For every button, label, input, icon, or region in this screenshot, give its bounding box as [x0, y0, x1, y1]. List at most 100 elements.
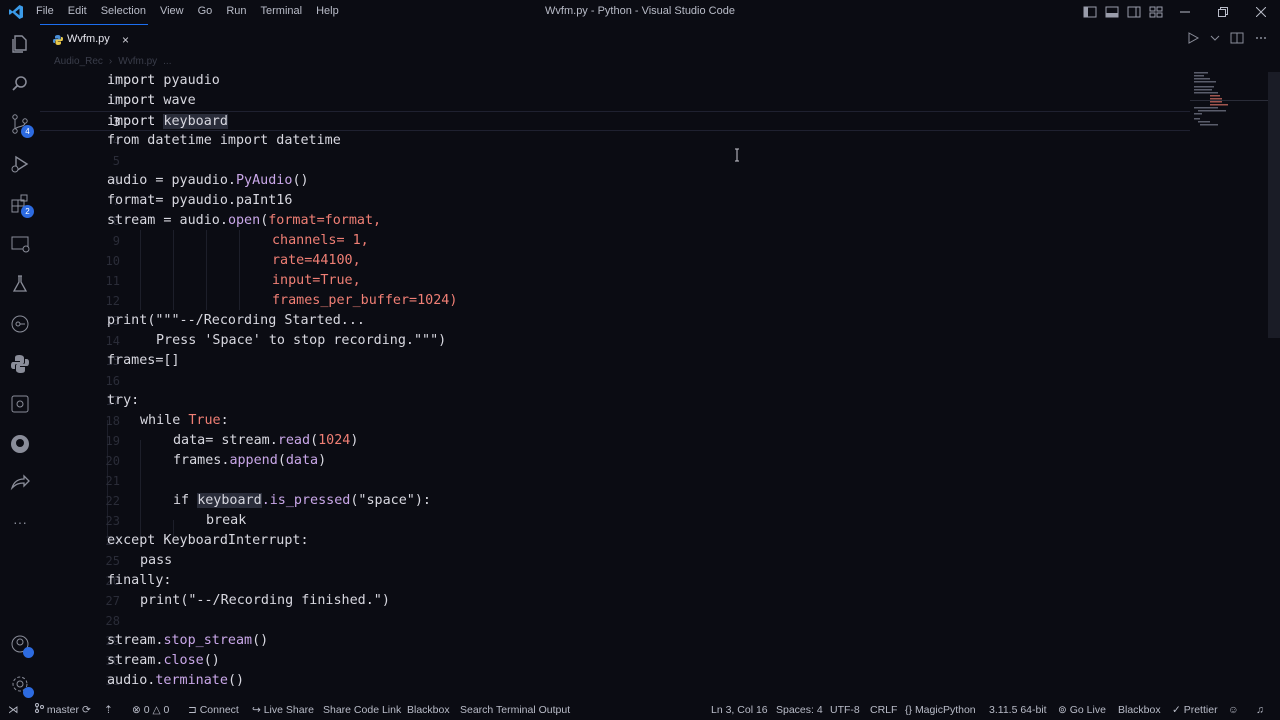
scm-badge: 4	[21, 125, 34, 138]
code-editor[interactable]: 1 import pyaudio 2 import wave 3 import key…	[40, 70, 1190, 700]
eol-status[interactable]: CRLF	[870, 700, 897, 720]
explorer-icon[interactable]	[8, 32, 32, 56]
github-icon[interactable]	[8, 432, 32, 456]
menu-view[interactable]: View	[160, 0, 192, 24]
remote-indicator-icon[interactable]: ⋊	[8, 700, 19, 720]
run-python-file-icon[interactable]	[1186, 31, 1200, 45]
code-line: 15 frames=[]	[40, 351, 1190, 371]
text-cursor-icon	[735, 148, 739, 162]
breadcrumb-separator: ›	[108, 56, 113, 67]
share-code-link-status[interactable]: Share Code Link	[323, 700, 401, 720]
publish-icon[interactable]: ⇡	[104, 700, 113, 720]
feedback-icon[interactable]: ☺	[1228, 700, 1239, 720]
more-icon[interactable]: ···	[8, 514, 32, 538]
line-number: 18	[105, 414, 120, 428]
line-number: 11	[105, 274, 120, 288]
prettier-status[interactable]: ✓ Prettier	[1172, 700, 1218, 720]
code-line: 13 print("""--/Recording Started...	[40, 311, 1190, 331]
chevron-down-icon[interactable]	[1210, 31, 1220, 45]
source-control-icon[interactable]: 4	[8, 112, 34, 138]
code-line: 21	[40, 471, 1190, 491]
code-line: 19 data= stream.read(1024)	[40, 431, 1190, 451]
more-actions-icon[interactable]	[1254, 31, 1268, 45]
code-line: 23 break	[40, 511, 1190, 531]
line-number: 10	[105, 254, 120, 268]
activity-bar: 4 2 ···	[0, 24, 40, 700]
account-icon[interactable]	[8, 632, 34, 658]
restore-icon[interactable]	[1204, 0, 1242, 24]
menu-selection[interactable]: Selection	[101, 0, 154, 24]
settings-gear-icon[interactable]	[8, 672, 34, 698]
line-number: 20	[105, 454, 120, 468]
menu-go[interactable]: Go	[198, 0, 221, 24]
remote-explorer-icon[interactable]	[8, 232, 32, 256]
toggle-primary-sidebar-icon[interactable]	[1082, 4, 1098, 20]
run-debug-icon[interactable]	[8, 152, 32, 176]
breadcrumb-file[interactable]: Wvfm.py	[118, 56, 157, 67]
menu-help[interactable]: Help	[316, 0, 347, 24]
python-icon[interactable]	[8, 352, 32, 376]
indentation-status[interactable]: Spaces: 4	[776, 700, 823, 720]
sync-icon[interactable]: ⟳	[82, 700, 91, 720]
gitlens-icon[interactable]	[8, 312, 32, 336]
problems-status[interactable]: ⊗ 0 △ 0	[132, 700, 169, 720]
vscode-logo-icon	[9, 5, 23, 19]
breadcrumb-folder[interactable]: Audio_Rec	[54, 56, 103, 67]
live-share-icon[interactable]	[8, 472, 32, 496]
search-terminal-status[interactable]: Search Terminal Output	[460, 700, 570, 720]
code-line: 29 stream.stop_stream()	[40, 631, 1190, 651]
toggle-panel-icon[interactable]	[1104, 4, 1120, 20]
blackbox-right-status[interactable]: Blackbox	[1118, 700, 1161, 720]
code-line: 22 if keyboard.is_pressed("space"):	[40, 491, 1190, 511]
code-line: 7 format= pyaudio.paInt16	[40, 191, 1190, 211]
code-line: 25 pass	[40, 551, 1190, 571]
menu-terminal[interactable]: Terminal	[261, 0, 311, 24]
testing-icon[interactable]	[8, 272, 32, 296]
minimize-icon[interactable]	[1166, 0, 1204, 24]
window-controls	[1166, 0, 1280, 24]
jupyter-icon[interactable]	[8, 392, 32, 416]
blackbox-status[interactable]: Blackbox	[407, 700, 450, 720]
line-number: 21	[105, 474, 120, 488]
cursor-position-status[interactable]: Ln 3, Col 16	[711, 700, 768, 720]
notifications-bell-icon[interactable]: ♫	[1256, 700, 1264, 720]
extensions-icon[interactable]: 2	[8, 192, 34, 218]
code-line: 9 channels= 1,	[40, 231, 1190, 251]
code-line: 20 frames.append(data)	[40, 451, 1190, 471]
line-number: 14	[105, 334, 120, 348]
minimap[interactable]	[1190, 70, 1270, 130]
tab-wvfm-py[interactable]: Wvfm.py ×	[40, 24, 148, 54]
encoding-status[interactable]: UTF-8	[830, 700, 860, 720]
code-line: 24 except KeyboardInterrupt:	[40, 531, 1190, 551]
code-line: 5	[40, 151, 1190, 171]
tab-label: Wvfm.py	[67, 33, 110, 45]
menu-run[interactable]: Run	[226, 0, 254, 24]
toggle-secondary-sidebar-icon[interactable]	[1126, 4, 1142, 20]
warning-count: 0	[163, 704, 170, 716]
line-number: 22	[105, 494, 120, 508]
split-editor-icon[interactable]	[1230, 31, 1244, 45]
close-tab-icon[interactable]: ×	[122, 33, 129, 47]
settings-badge-icon	[23, 687, 34, 698]
menu-file[interactable]: File	[36, 0, 62, 24]
vertical-scrollbar[interactable]	[1268, 72, 1280, 338]
connect-status[interactable]: ⊐ Connect	[188, 700, 239, 720]
branch-status[interactable]: master	[34, 700, 79, 720]
language-mode-status[interactable]: {} MagicPython	[905, 700, 976, 720]
extensions-badge: 2	[21, 205, 34, 218]
line-number: 12	[105, 294, 120, 308]
menu-edit[interactable]: Edit	[68, 0, 95, 24]
search-icon[interactable]	[8, 72, 32, 96]
code-line: 12 frames_per_buffer=1024)	[40, 291, 1190, 311]
customize-layout-icon[interactable]	[1148, 4, 1164, 20]
layout-controls	[1082, 4, 1164, 20]
code-line-current: 3 import keyboard	[40, 111, 1190, 131]
live-share-status[interactable]: ↪ Live Share	[252, 700, 314, 720]
close-window-icon[interactable]	[1242, 0, 1280, 24]
code-line: 8 stream = audio.open(format=format,	[40, 211, 1190, 231]
interpreter-status[interactable]: 3.11.5 64-bit	[989, 700, 1047, 720]
line-number: 16	[105, 374, 120, 388]
breadcrumb-more[interactable]: ...	[163, 56, 171, 67]
code-line: 28	[40, 611, 1190, 631]
go-live-status[interactable]: ⊚ Go Live	[1058, 700, 1106, 720]
